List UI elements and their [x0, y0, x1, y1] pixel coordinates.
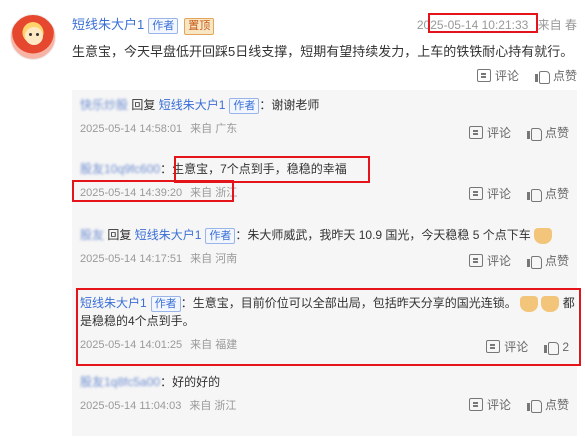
reply-time: 2025-05-14 14:17:51 [80, 253, 183, 265]
thumbs-up-icon [526, 398, 542, 413]
avatar-eye [36, 33, 39, 36]
reply-user[interactable]: 快乐炒股 [80, 96, 128, 114]
comment-button[interactable]: 评论 [486, 338, 528, 355]
post-actions: 评论 点赞 [476, 67, 577, 84]
reply-text-suffix: 都 [562, 296, 575, 310]
like-label: 点赞 [552, 69, 577, 83]
comment-label: 评论 [486, 398, 511, 412]
emoji-icon [540, 295, 559, 312]
comment-icon [476, 69, 491, 82]
reply-time: 2025-05-14 11:04:03 [80, 400, 182, 412]
author-tag: 作者 [205, 228, 236, 244]
reply-time: 2025-05-14 14:39:20 [80, 187, 183, 199]
like-label: 点赞 [544, 187, 569, 201]
reply-text: ：谢谢老师 [259, 98, 320, 112]
reply-actions: 评论 2 [486, 338, 569, 355]
avatar-eye [29, 33, 32, 36]
post-text: 生意宝，今天早盘低开回踩5日线支撑，短期有望持续发力，上车的铁铁耐心持有就行。 [72, 44, 574, 59]
comment-label: 评论 [486, 254, 511, 268]
avatar-face [25, 27, 43, 45]
reply-text: ：生意宝，目前价位可以全部出局，包括昨天分享的国光连锁。 [180, 296, 517, 310]
thumbs-up-icon [526, 187, 542, 202]
reply-user[interactable]: 股友 [80, 226, 104, 244]
reply-user[interactable]: 股友1q8fc5a00 [80, 373, 160, 391]
author-tag: 作者 [148, 18, 179, 34]
reply-text: ：朱大师威武，我昨天 10.9 国光，今天稳稳 5 个点下车 [235, 228, 531, 242]
reply-actions: 评论 点赞 [468, 185, 569, 202]
emoji-icon [519, 295, 538, 312]
like-button[interactable]: 点赞 [526, 124, 569, 141]
emoji-icon [533, 227, 552, 244]
comment-icon [468, 398, 483, 411]
comment-label: 评论 [486, 126, 511, 140]
reply-source: 来自 福建 [190, 339, 238, 351]
comment-icon [468, 254, 483, 267]
comment-label: 评论 [504, 340, 529, 354]
thumbs-up-icon [526, 126, 542, 141]
comment-icon [468, 126, 483, 139]
reply-actions: 评论 点赞 [468, 124, 569, 141]
reply-target[interactable]: 短线朱大户1 [135, 228, 202, 242]
main-post: 短线朱大户1 作者 置顶 2025-05-14 10:21:33 来自 春 生意宝，… [72, 14, 577, 62]
like-button[interactable]: 点赞 [526, 396, 569, 413]
comment-icon [468, 187, 483, 200]
post-timestamp: 2025-05-14 10:21:33 [416, 18, 529, 32]
author-tag: 作者 [150, 296, 181, 312]
post-author[interactable]: 短线朱大户1 [72, 17, 144, 32]
like-button[interactable]: 点赞 [534, 67, 577, 84]
comment-label: 评论 [486, 187, 511, 201]
comment-label: 评论 [494, 69, 519, 83]
reply-source: 来自 浙江 [190, 187, 238, 199]
comment-button[interactable]: 评论 [468, 124, 511, 141]
reply-time: 2025-05-14 14:58:01 [80, 123, 183, 135]
pinned-tag: 置顶 [184, 18, 215, 35]
reply-source: 来自 浙江 [189, 400, 237, 412]
thumbs-up-icon [534, 69, 550, 84]
author-tag: 作者 [229, 98, 260, 114]
reply-actions: 评论 点赞 [468, 396, 569, 413]
thumbs-up-icon [544, 340, 560, 355]
reply-text-line2: 是稳稳的4个点到手。 [80, 314, 195, 328]
post-header: 短线朱大户1 作者 置顶 2025-05-14 10:21:33 来自 春 [72, 14, 577, 36]
comment-button[interactable]: 评论 [468, 252, 511, 269]
avatar[interactable] [10, 14, 56, 60]
post-source: 来自 春 [537, 18, 577, 32]
like-button[interactable]: 2 [544, 339, 569, 355]
reply-user[interactable]: 股友10q9fc600 [80, 160, 160, 178]
comment-button[interactable]: 评论 [468, 396, 511, 413]
reply-list: 快乐炒股 回复 短线朱大户1 作者 ：谢谢老师 2025-05-14 14:58:0… [72, 90, 577, 436]
like-label: 点赞 [544, 398, 569, 412]
reply-user[interactable]: 短线朱大户1 [80, 296, 147, 310]
like-label: 点赞 [544, 254, 569, 268]
reply-text: ：好的好的 [160, 375, 221, 389]
reply-actions: 评论 点赞 [468, 252, 569, 269]
like-button[interactable]: 点赞 [526, 252, 569, 269]
reply-source: 来自 广东 [190, 123, 238, 135]
reply-text: ：生意宝，7个点到手，稳稳的幸福 [160, 162, 347, 176]
reply-target[interactable]: 短线朱大户1 [159, 98, 226, 112]
reply-time: 2025-05-14 14:01:25 [80, 339, 183, 351]
comment-button[interactable]: 评论 [468, 185, 511, 202]
like-label: 点赞 [544, 126, 569, 140]
reply-word: 回复 [131, 98, 156, 112]
reply-word: 回复 [107, 228, 132, 242]
comment-button[interactable]: 评论 [476, 67, 519, 84]
like-button[interactable]: 点赞 [526, 185, 569, 202]
like-count: 2 [562, 339, 569, 354]
thumbs-up-icon [526, 254, 542, 269]
reply-source: 来自 河南 [190, 253, 238, 265]
post-meta: 2025-05-14 10:21:33 来自 春 [417, 14, 577, 36]
comment-icon [486, 340, 501, 353]
